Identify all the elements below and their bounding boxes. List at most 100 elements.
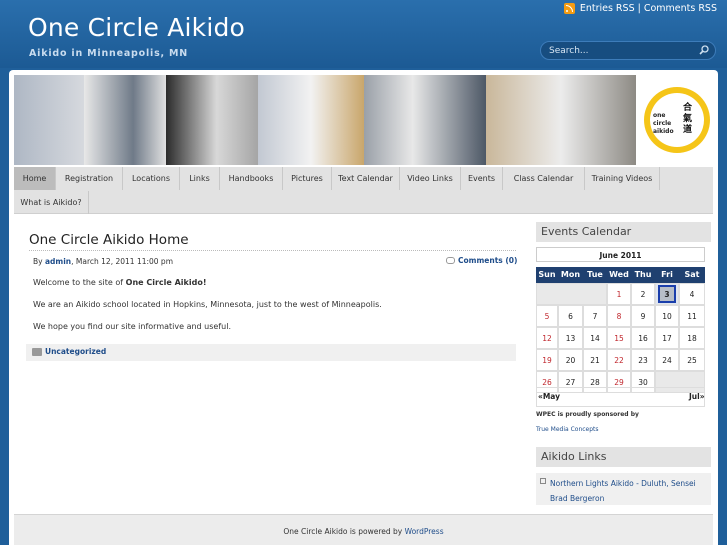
calendar-day[interactable]: 1 bbox=[607, 283, 631, 305]
aikido-links-title: Aikido Links bbox=[536, 447, 711, 467]
site-description: Aikido in Minneapolis, MN bbox=[29, 48, 189, 59]
calendar-day: 20 bbox=[558, 349, 583, 371]
header-banner: one circle aikido 合氣道 bbox=[14, 75, 713, 165]
comments-count[interactable]: Comments (0) bbox=[458, 256, 517, 265]
nav-item-what-is-aikido[interactable]: What is Aikido? bbox=[14, 191, 89, 214]
calendar-day: 10 bbox=[655, 305, 679, 327]
site-footer: One Circle Aikido is powered by WordPres… bbox=[14, 514, 713, 545]
search-icon[interactable] bbox=[699, 45, 709, 55]
post-author-link[interactable]: admin bbox=[45, 257, 71, 266]
site-title[interactable]: One Circle Aikido bbox=[28, 13, 245, 42]
calendar-day[interactable]: 19 bbox=[536, 349, 558, 371]
weekday-wed: Wed bbox=[607, 267, 631, 283]
weekday-thu: Thu bbox=[631, 267, 655, 283]
calendar-day[interactable]: 22 bbox=[607, 349, 631, 371]
calendar-day: 4 bbox=[679, 283, 705, 305]
calendar-day: 17 bbox=[655, 327, 679, 349]
nav-item-links[interactable]: Links bbox=[180, 167, 220, 190]
nav-item-pictures[interactable]: Pictures bbox=[283, 167, 332, 190]
rss-icon bbox=[563, 3, 575, 14]
calendar-day: 11 bbox=[679, 305, 705, 327]
divider bbox=[29, 250, 516, 251]
calendar-day: 6 bbox=[558, 305, 583, 327]
links-list: Northern Lights Aikido - Duluth, Sensei … bbox=[536, 473, 711, 505]
expand-icon bbox=[540, 478, 546, 484]
calendar-day: 16 bbox=[631, 327, 655, 349]
sponsor-link[interactable]: True Media Concepts bbox=[536, 426, 599, 433]
banner-photo bbox=[84, 75, 166, 165]
post-text-bold: One Circle Aikido! bbox=[125, 278, 207, 287]
rss-separator: | bbox=[637, 3, 641, 14]
post-paragraph: We are an Aikido school located in Hopki… bbox=[33, 300, 382, 309]
site-header: One Circle Aikido Aikido in Minneapolis,… bbox=[0, 0, 727, 68]
calendar-day: 23 bbox=[631, 349, 655, 371]
nav-item-video-links[interactable]: Video Links bbox=[400, 167, 461, 190]
nav-item-home[interactable]: Home bbox=[14, 167, 56, 190]
weekday-fri: Fri bbox=[655, 267, 679, 283]
calendar-caption: June 2011 bbox=[536, 247, 705, 262]
nav-item-class-calendar[interactable]: Class Calendar bbox=[503, 167, 585, 190]
search-input[interactable] bbox=[549, 43, 689, 58]
post-text: Welcome to the site of bbox=[33, 278, 126, 287]
post-meta: By admin, March 12, 2011 11:00 pm bbox=[33, 257, 173, 266]
calendar-day: 14 bbox=[583, 327, 607, 349]
calendar-day[interactable]: 12 bbox=[536, 327, 558, 349]
site-logo[interactable]: one circle aikido 合氣道 bbox=[644, 87, 710, 153]
banner-photo bbox=[166, 75, 258, 165]
calendar-day: 24 bbox=[655, 349, 679, 371]
calendar-nav bbox=[536, 387, 705, 407]
calendar-day: 2 bbox=[631, 283, 655, 305]
logo-kanji: 合氣道 bbox=[683, 103, 693, 135]
calendar-today[interactable]: 3 bbox=[655, 283, 679, 305]
calendar-day[interactable]: 15 bbox=[607, 327, 631, 349]
post-date: , March 12, 2011 11:00 pm bbox=[71, 257, 174, 266]
weekday-sat: Sat bbox=[679, 267, 705, 283]
footer-text: One Circle Aikido is powered by WordPres… bbox=[14, 527, 713, 536]
logo-text: one circle aikido bbox=[653, 112, 674, 135]
calendar-day: 13 bbox=[558, 327, 583, 349]
comments-rss-link[interactable]: Comments RSS bbox=[644, 3, 717, 14]
nav-item-training-videos[interactable]: Training Videos bbox=[585, 167, 660, 190]
weekday-sun: Sun bbox=[536, 267, 558, 283]
main-navigation: Home Registration Locations Links Handbo… bbox=[14, 167, 713, 214]
calendar-day[interactable]: 8 bbox=[607, 305, 631, 327]
calendar-next-month[interactable]: Jul» bbox=[689, 392, 705, 401]
post-by-label: By bbox=[33, 257, 43, 266]
footer-prefix: One Circle Aikido is powered by bbox=[283, 527, 405, 536]
wordpress-link[interactable]: WordPress bbox=[405, 527, 444, 536]
comment-icon bbox=[446, 257, 455, 264]
banner-photo bbox=[14, 75, 84, 165]
folder-icon bbox=[32, 348, 42, 356]
category-link[interactable]: Uncategorized bbox=[45, 347, 106, 356]
link-item[interactable]: Northern Lights Aikido - Duluth, Sensei … bbox=[550, 476, 710, 506]
calendar-empty-cell bbox=[536, 283, 607, 305]
post-paragraph: We hope you find our site informative an… bbox=[33, 322, 231, 331]
post-paragraph: Welcome to the site of One Circle Aikido… bbox=[33, 278, 206, 287]
post-footer: Uncategorized bbox=[26, 344, 516, 361]
nav-item-registration[interactable]: Registration bbox=[56, 167, 123, 190]
weekday-tue: Tue bbox=[583, 267, 607, 283]
search-box bbox=[540, 41, 716, 60]
calendar-day: 25 bbox=[679, 349, 705, 371]
comments-link[interactable]: Comments (0) bbox=[446, 256, 517, 265]
banner-photo bbox=[258, 75, 364, 165]
calendar-prev-month[interactable]: «May bbox=[538, 392, 560, 401]
events-calendar-title: Events Calendar bbox=[536, 222, 711, 242]
nav-item-locations[interactable]: Locations bbox=[123, 167, 180, 190]
entries-rss-link[interactable]: Entries RSS bbox=[580, 3, 635, 14]
weekday-mon: Mon bbox=[558, 267, 583, 283]
today-marker: 3 bbox=[658, 285, 676, 303]
post-title[interactable]: One Circle Aikido Home bbox=[29, 232, 189, 248]
nav-item-events[interactable]: Events bbox=[461, 167, 503, 190]
calendar-day[interactable]: 5 bbox=[536, 305, 558, 327]
calendar-day: 18 bbox=[679, 327, 705, 349]
nav-item-text-calendar[interactable]: Text Calendar bbox=[332, 167, 400, 190]
main-container: one circle aikido 合氣道 Home Registration … bbox=[9, 70, 718, 545]
nav-item-handbooks[interactable]: Handbooks bbox=[220, 167, 283, 190]
rss-bar: Entries RSS | Comments RSS bbox=[563, 3, 717, 14]
calendar-day: 21 bbox=[583, 349, 607, 371]
sponsor-text: WPEC is proudly sponsored by bbox=[536, 411, 639, 418]
calendar-day: 9 bbox=[631, 305, 655, 327]
calendar-day: 7 bbox=[583, 305, 607, 327]
banner-photo bbox=[364, 75, 486, 165]
